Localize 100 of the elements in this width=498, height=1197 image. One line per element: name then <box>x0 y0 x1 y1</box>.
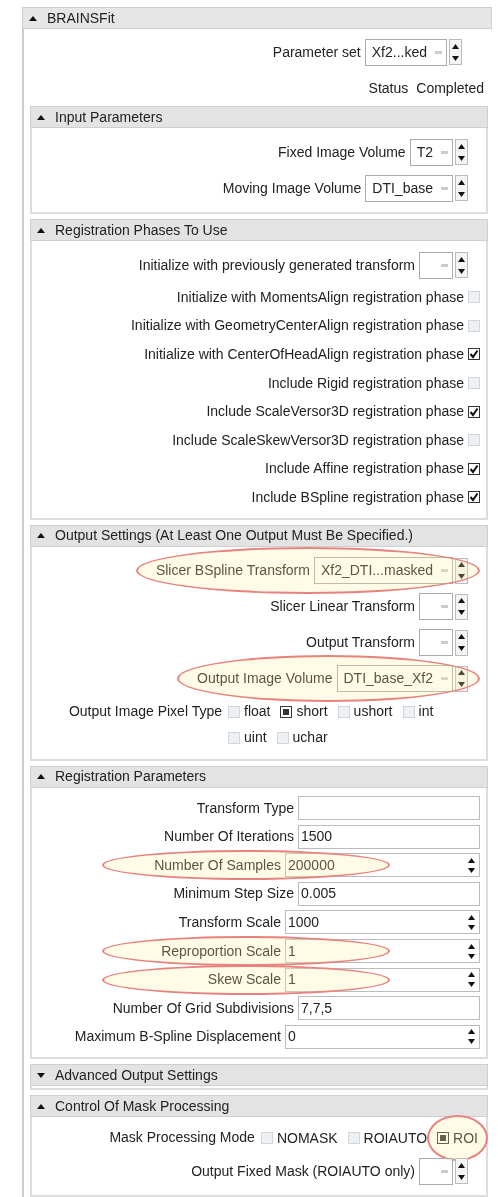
down-arrow-icon <box>468 1039 475 1045</box>
input-field[interactable]: 7,7,5 <box>298 996 480 1021</box>
option-label: Include ScaleVersor3D registration phase <box>206 402 464 422</box>
section-title: BRAINSFit <box>47 8 115 28</box>
spin-buttons[interactable] <box>449 39 462 65</box>
checkbox[interactable] <box>468 348 480 361</box>
up-arrow-icon <box>458 1162 465 1168</box>
up-arrow-icon <box>468 943 475 949</box>
option-label[interactable]: float <box>244 701 271 723</box>
up-arrow-icon <box>452 43 459 49</box>
combo-box[interactable]: DTI_base_Xf2 <box>336 665 453 693</box>
section-title: Control Of Mask Processing <box>55 1096 230 1116</box>
section-header[interactable]: Output Settings (At Least One Output Must Be Specified.) <box>30 524 488 547</box>
section-header[interactable]: Input Parameters <box>30 106 488 128</box>
input-field[interactable]: 0.005 <box>298 881 480 906</box>
up-arrow-icon <box>458 634 465 640</box>
down-arrow-icon <box>458 682 465 688</box>
field-label: Minimum Step Size <box>172 884 294 904</box>
option-label[interactable]: int <box>418 701 434 723</box>
option-label[interactable]: short <box>296 701 328 723</box>
combo-value: Xf2_DTI...masked <box>320 561 433 581</box>
option-label: Include Affine registration phase <box>265 459 464 479</box>
section-header[interactable]: Control Of Mask Processing <box>30 1095 488 1118</box>
radio-button[interactable] <box>437 1132 450 1145</box>
field-label: Output Fixed Mask (ROIAUTO only) <box>191 1161 415 1181</box>
dropdown-icon <box>441 641 448 645</box>
option-label: Include Rigid registration phase <box>267 373 464 393</box>
spin-buttons[interactable] <box>465 912 478 933</box>
status-label: Status <box>368 78 409 98</box>
field-label: Output Image Pixel Type <box>68 701 222 721</box>
field-label: Reproportion Scale <box>160 941 281 961</box>
combo-box[interactable]: Xf2...ked <box>364 38 447 66</box>
option-label[interactable]: uint <box>244 727 267 749</box>
spin-buttons[interactable] <box>455 252 468 278</box>
down-arrow-icon <box>458 574 465 580</box>
option-label[interactable]: ROI <box>453 1127 478 1149</box>
up-arrow-icon <box>468 857 475 863</box>
down-arrow-icon <box>468 953 475 959</box>
dropdown-icon <box>441 605 448 609</box>
field-label: Number Of Iterations <box>163 827 294 847</box>
status-value: Completed <box>416 78 484 98</box>
spin-buttons[interactable] <box>465 1026 478 1047</box>
down-arrow-icon <box>468 867 475 873</box>
down-arrow-icon <box>458 191 465 197</box>
spin-box[interactable]: 0 <box>285 1024 480 1049</box>
option-label: Initialize with CenterOfHeadAlign registration phase <box>144 345 464 364</box>
down-arrow-icon <box>458 1174 465 1180</box>
spin-buttons[interactable] <box>465 941 478 961</box>
option-label[interactable]: uchar <box>292 727 328 749</box>
spin-buttons[interactable] <box>455 175 468 201</box>
section-title: Input Parameters <box>55 107 163 127</box>
radio-button[interactable] <box>280 705 293 718</box>
option-label: Initialize with GeometryCenterAlign registration phase <box>130 316 464 336</box>
spin-buttons[interactable] <box>465 969 478 990</box>
dropdown-icon <box>441 186 448 190</box>
field-label: Output Image Volume <box>197 669 333 689</box>
section-header[interactable]: Advanced Output Settings <box>30 1064 488 1087</box>
spin-buttons[interactable] <box>455 1158 468 1185</box>
spin-buttons[interactable] <box>465 855 478 876</box>
field-label: Slicer BSpline Transform <box>155 561 310 581</box>
down-arrow-icon <box>458 155 465 161</box>
combo-box[interactable]: Xf2_DTI...masked <box>313 557 453 585</box>
dropdown-icon <box>441 150 448 154</box>
checkbox[interactable] <box>468 405 480 418</box>
field-label: Parameter set <box>272 42 361 62</box>
section-header[interactable]: Registration Phases To Use <box>30 219 488 241</box>
combo-box[interactable]: T2 <box>409 138 453 166</box>
spin-buttons[interactable] <box>455 139 468 165</box>
field-value: 200000 <box>287 855 336 875</box>
field-label: Fixed Image Volume <box>278 142 406 162</box>
dropdown-icon <box>435 50 442 54</box>
spin-buttons[interactable] <box>455 557 468 584</box>
field-label: Initialize with previously generated transform <box>138 255 415 275</box>
combo-box[interactable]: DTI_base <box>365 174 453 202</box>
input-field[interactable]: 1500 <box>298 824 480 849</box>
field-label: Number Of Grid Subdivisions <box>111 998 294 1018</box>
combo-value: DTI_base <box>372 178 433 198</box>
down-arrow-icon <box>458 610 465 616</box>
section-title: Output Settings (At Least One Output Must Be Specified.) <box>55 526 413 546</box>
option-label[interactable]: NOMASK <box>276 1127 338 1149</box>
checkbox[interactable] <box>468 491 480 504</box>
section-title: Registration Parameters <box>55 767 206 787</box>
section-header[interactable]: BRAINSFit <box>22 7 492 29</box>
dropdown-icon <box>441 263 448 267</box>
checkbox[interactable] <box>468 462 480 475</box>
down-arrow-icon <box>458 268 465 274</box>
section-header[interactable]: Registration Parameters <box>30 765 488 788</box>
spin-buttons[interactable] <box>455 665 468 692</box>
option-label[interactable]: ushort <box>353 701 393 723</box>
spin-buttons[interactable] <box>455 593 468 620</box>
option-label[interactable]: ROIAUTO <box>363 1127 428 1149</box>
down-arrow-icon <box>468 924 475 930</box>
spin-box[interactable]: 1000 <box>285 910 480 935</box>
field-value: 0 <box>287 1027 297 1047</box>
input-field[interactable] <box>298 796 480 821</box>
dropdown-icon <box>441 569 448 573</box>
spin-buttons[interactable] <box>455 629 468 656</box>
up-arrow-icon <box>458 256 465 262</box>
field-label: Transform Type <box>195 798 294 818</box>
section-title: Registration Phases To Use <box>55 220 228 240</box>
